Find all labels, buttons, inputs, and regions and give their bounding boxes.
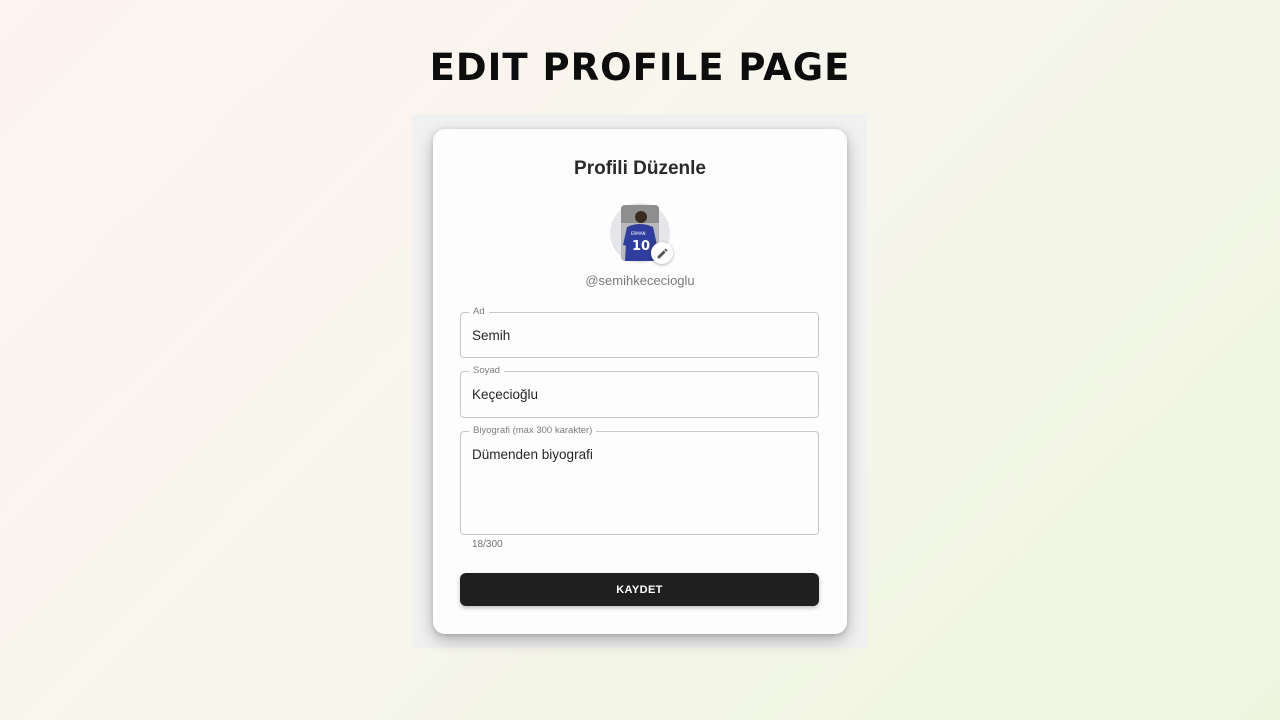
first-name-field[interactable]: Ad Semih xyxy=(460,306,819,358)
last-name-field[interactable]: Soyad Keçecioğlu xyxy=(460,365,819,418)
save-button[interactable]: KAYDET xyxy=(460,573,819,606)
last-name-input[interactable]: Keçecioğlu xyxy=(472,386,538,404)
svg-text:ERMAN: ERMAN xyxy=(631,231,646,236)
bio-character-counter: 18/300 xyxy=(472,539,503,550)
edit-profile-card: Profili Düzenle ERMAN 10 @semihkececiogl… xyxy=(433,129,847,634)
avatar-edit-button[interactable] xyxy=(651,242,673,264)
avatar[interactable]: ERMAN 10 xyxy=(610,203,673,264)
bio-textarea[interactable]: Dümenden biyografi xyxy=(472,446,593,464)
bio-field[interactable]: Biyografi (max 300 karakter) Dümenden bi… xyxy=(460,425,819,535)
avatar-jersey-number: 10 xyxy=(632,239,650,254)
bio-label: Biyografi (max 300 karakter) xyxy=(469,425,597,437)
last-name-label: Soyad xyxy=(469,365,504,377)
card-title: Profili Düzenle xyxy=(574,158,706,179)
page-heading: EDIT PROFILE PAGE xyxy=(429,46,851,89)
first-name-label: Ad xyxy=(469,306,489,318)
first-name-input[interactable]: Semih xyxy=(472,327,510,345)
pencil-icon xyxy=(657,248,667,258)
username: @semihkececioglu xyxy=(585,273,695,288)
